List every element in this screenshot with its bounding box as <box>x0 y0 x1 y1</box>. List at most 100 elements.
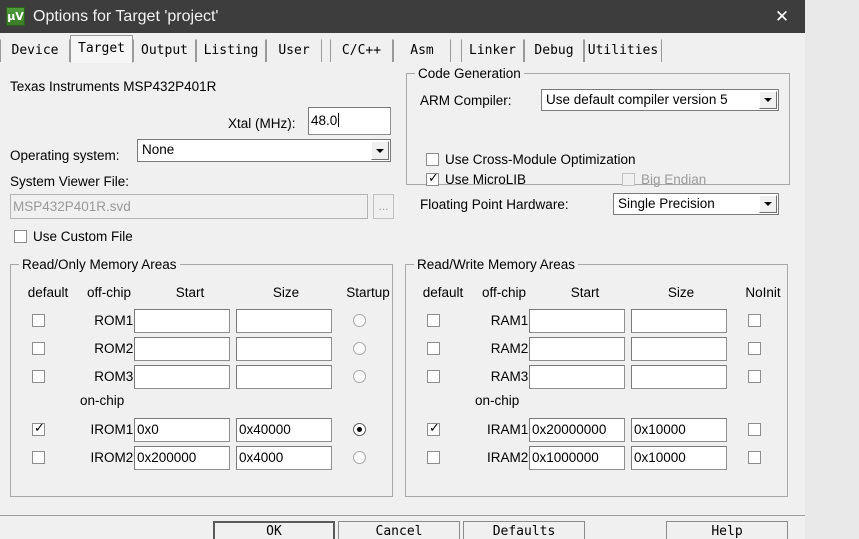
rom3-label: ROM3: <box>94 369 137 384</box>
code-generation-title: Code Generation <box>415 66 524 81</box>
xtal-input[interactable]: 48.0 <box>308 107 391 135</box>
tab-utilities[interactable]: Utilities <box>584 39 662 62</box>
read-write-header-noinit: NoInit <box>745 285 781 300</box>
cross-module-optimization-checkbox[interactable] <box>426 153 439 166</box>
floating-point-hardware-value: Single Precision <box>618 196 715 211</box>
ram3-default-checkbox[interactable] <box>427 370 440 383</box>
ram1-default-checkbox[interactable] <box>427 314 440 327</box>
rom2-label: ROM2: <box>94 341 137 356</box>
cancel-button[interactable]: Cancel <box>338 521 460 539</box>
system-viewer-file-label: System Viewer File: <box>10 174 130 189</box>
tab-c-c[interactable]: C/C++ <box>330 39 393 62</box>
tab-device[interactable]: Device <box>0 39 70 62</box>
tab-user[interactable]: User <box>266 39 322 62</box>
tab-debug[interactable]: Debug <box>524 39 584 62</box>
irom2-label: IROM2: <box>90 450 137 465</box>
ram2-noinit-checkbox[interactable] <box>748 342 761 355</box>
ram3-label: RAM3: <box>490 369 532 384</box>
rom2-start-input[interactable] <box>134 337 230 361</box>
rom3-default-checkbox[interactable] <box>32 370 45 383</box>
rom3-start-input[interactable] <box>134 365 230 389</box>
tab-listing[interactable]: Listing <box>196 39 266 62</box>
iram1-size-input[interactable]: 0x10000 <box>631 418 727 442</box>
irom2-size-input[interactable]: 0x4000 <box>236 446 332 470</box>
iram1-default-checkbox[interactable]: ✓ <box>427 421 440 436</box>
check-icon: ✓ <box>429 421 440 436</box>
check-icon: ✓ <box>34 421 45 436</box>
irom2-start-input[interactable]: 0x200000 <box>134 446 230 470</box>
ok-button[interactable]: OK <box>213 521 335 539</box>
read-only-header-size: Size <box>272 285 300 300</box>
rom1-default-checkbox[interactable] <box>32 314 45 327</box>
ram2-start-input[interactable] <box>529 337 625 361</box>
read-write-header-off-chip: off-chip <box>481 285 527 300</box>
big-endian-label: Big Endian <box>641 172 707 187</box>
help-button[interactable]: Help <box>666 521 788 539</box>
read-only-header-default: default <box>27 285 69 300</box>
read-write-header-default: default <box>422 285 464 300</box>
xtal-value: 48.0 <box>311 113 338 128</box>
tab-target[interactable]: Target <box>70 35 133 63</box>
irom1-default-checkbox[interactable]: ✓ <box>32 421 45 436</box>
irom1-size-input[interactable]: 0x40000 <box>236 418 332 442</box>
ram3-size-input[interactable] <box>631 365 727 389</box>
ram2-default-checkbox[interactable] <box>427 342 440 355</box>
iram2-noinit-checkbox[interactable] <box>748 451 761 464</box>
read-write-header-size: Size <box>667 285 695 300</box>
tab-strip: Device Target Output Listing User C/C++ Asm Lin… <box>0 33 805 64</box>
iram1-start-input[interactable]: 0x20000000 <box>529 418 625 442</box>
iram2-size-input[interactable]: 0x10000 <box>631 446 727 470</box>
chevron-down-icon[interactable] <box>371 141 389 160</box>
ram1-noinit-checkbox[interactable] <box>748 314 761 327</box>
read-write-header-start: Start <box>570 285 600 300</box>
ram1-start-input[interactable] <box>529 309 625 333</box>
chevron-down-icon[interactable] <box>759 195 777 213</box>
browse-button[interactable]: ... <box>373 194 394 219</box>
operating-system-label: Operating system: <box>10 148 120 163</box>
rom3-size-input[interactable] <box>236 365 332 389</box>
operating-system-select[interactable]: None <box>137 139 391 162</box>
ram3-noinit-checkbox[interactable] <box>748 370 761 383</box>
ram3-start-input[interactable] <box>529 365 625 389</box>
tab-linker[interactable]: Linker <box>461 39 524 62</box>
use-custom-file-checkbox[interactable] <box>14 230 27 243</box>
tab-asm[interactable]: Asm <box>393 39 451 62</box>
irom2-default-checkbox[interactable] <box>32 451 45 464</box>
irom1-start-input[interactable]: 0x0 <box>134 418 230 442</box>
microlib-checkbox[interactable]: ✓ <box>426 171 439 186</box>
rom2-default-checkbox[interactable] <box>32 342 45 355</box>
read-only-header-off-chip: off-chip <box>86 285 132 300</box>
read-write-onchip-label: on-chip <box>475 393 520 408</box>
defaults-button[interactable]: Defaults <box>463 521 585 539</box>
desktop-backdrop <box>805 0 859 539</box>
close-icon[interactable]: ✕ <box>759 0 805 33</box>
iram2-default-checkbox[interactable] <box>427 451 440 464</box>
irom2-startup-radio[interactable] <box>353 451 366 464</box>
title-bar: µV Options for Target 'project' ✕ <box>0 0 805 33</box>
radio-dot-icon <box>357 427 362 432</box>
rom1-size-input[interactable] <box>236 309 332 333</box>
window-title: Options for Target 'project' <box>33 8 219 25</box>
rom2-size-input[interactable] <box>236 337 332 361</box>
arm-compiler-select[interactable]: Use default compiler version 5 <box>541 89 779 111</box>
floating-point-hardware-select[interactable]: Single Precision <box>613 193 779 215</box>
tab-content-target: Texas Instruments MSP432P401R Xtal (MHz)… <box>0 63 805 539</box>
rom1-start-input[interactable] <box>134 309 230 333</box>
system-viewer-file-input: MSP432P401R.svd <box>10 194 368 219</box>
read-write-memory-title: Read/Write Memory Areas <box>414 257 579 272</box>
ram1-size-input[interactable] <box>631 309 727 333</box>
irom1-startup-radio[interactable] <box>353 423 366 436</box>
keil-uvision-icon: µV <box>6 7 25 26</box>
iram2-start-input[interactable]: 0x1000000 <box>529 446 625 470</box>
iram1-noinit-checkbox[interactable] <box>748 423 761 436</box>
read-only-header-start: Start <box>175 285 205 300</box>
rom2-startup-radio[interactable] <box>353 342 366 355</box>
ram2-label: RAM2: <box>490 341 532 356</box>
chevron-down-icon[interactable] <box>759 91 777 109</box>
tab-output[interactable]: Output <box>133 39 196 62</box>
rom1-startup-radio[interactable] <box>353 314 366 327</box>
rom1-label: ROM1: <box>94 313 137 328</box>
read-only-onchip-label: on-chip <box>80 393 125 408</box>
rom3-startup-radio[interactable] <box>353 370 366 383</box>
ram2-size-input[interactable] <box>631 337 727 361</box>
